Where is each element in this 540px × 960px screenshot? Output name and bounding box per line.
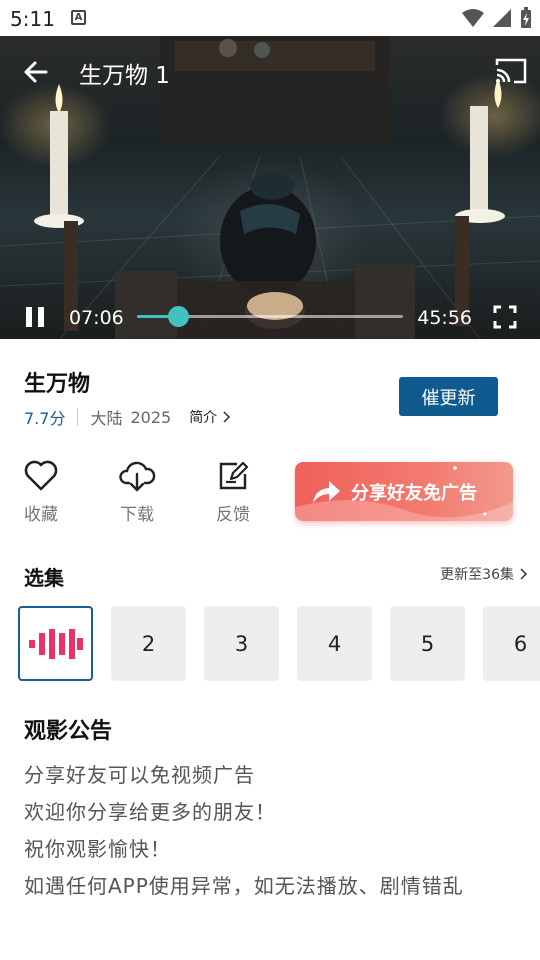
notice-line: 祝你观影愉快！ bbox=[24, 837, 171, 861]
download-label: 下载 bbox=[120, 505, 154, 525]
share-banner[interactable]: 分享好友免广告 bbox=[295, 462, 513, 521]
show-meta: 7.7分 大陆 2025 简介 bbox=[24, 406, 231, 428]
episode-item[interactable]: 3 bbox=[204, 606, 279, 681]
episodes-update-text: 更新至36集 bbox=[440, 567, 514, 583]
episodes-update-link[interactable]: 更新至36集 bbox=[440, 564, 528, 584]
playing-bars-icon bbox=[28, 628, 83, 659]
year: 2025 bbox=[130, 407, 172, 427]
region: 大陆 bbox=[90, 409, 123, 428]
progress-bar[interactable] bbox=[137, 306, 403, 327]
favorite-button[interactable]: 收藏 bbox=[9, 460, 73, 525]
battery-icon bbox=[521, 7, 531, 28]
notice-body: 分享好友可以免视频广告 欢迎你分享给更多的朋友！ 祝你观影愉快！ 如遇任何APP… bbox=[24, 757, 464, 905]
chevron-right-icon bbox=[223, 411, 231, 423]
current-time: 07:06 bbox=[69, 307, 124, 329]
notice-title: 观影公告 bbox=[24, 719, 113, 744]
urge-update-button[interactable]: 催更新 bbox=[399, 377, 498, 416]
signal-icon bbox=[493, 9, 511, 27]
back-arrow-icon[interactable] bbox=[20, 56, 52, 88]
banner-decoration bbox=[295, 466, 513, 521]
episode-item[interactable]: 2 bbox=[111, 606, 186, 681]
pause-icon[interactable] bbox=[22, 304, 48, 330]
fullscreen-icon[interactable] bbox=[492, 304, 518, 330]
meta-divider bbox=[77, 408, 79, 426]
episode-list: 2 3 4 5 6 bbox=[18, 606, 540, 681]
video-player[interactable]: 生万物 1 07:06 45:56 bbox=[0, 36, 540, 339]
wifi-icon bbox=[462, 9, 484, 27]
cast-icon[interactable] bbox=[494, 56, 528, 86]
episode-current[interactable] bbox=[18, 606, 93, 681]
rating: 7.7分 bbox=[24, 409, 66, 428]
video-title: 生万物 1 bbox=[79, 63, 170, 89]
show-title: 生万物 bbox=[24, 372, 91, 397]
chevron-right-icon bbox=[520, 568, 528, 580]
episode-item[interactable]: 5 bbox=[390, 606, 465, 681]
episode-item[interactable]: 4 bbox=[297, 606, 372, 681]
cloud-download-icon bbox=[119, 461, 156, 492]
intro-label: 简介 bbox=[189, 410, 218, 426]
intro-link[interactable]: 简介 bbox=[189, 407, 231, 427]
notice-line: 如遇任何APP使用异常，如无法播放、剧情错乱 bbox=[24, 874, 464, 898]
status-icons bbox=[462, 6, 532, 30]
edit-icon bbox=[219, 461, 249, 490]
favorite-label: 收藏 bbox=[24, 505, 58, 525]
status-time: 5:11 bbox=[10, 7, 55, 31]
episodes-title: 选集 bbox=[24, 566, 64, 590]
episode-item[interactable]: 6 bbox=[483, 606, 540, 681]
status-bar: 5:11 A bbox=[0, 0, 540, 36]
feedback-label: 反馈 bbox=[216, 505, 250, 525]
download-button[interactable]: 下载 bbox=[105, 460, 169, 525]
heart-icon bbox=[24, 460, 58, 491]
total-time: 45:56 bbox=[417, 307, 472, 329]
feedback-button[interactable]: 反馈 bbox=[201, 460, 265, 525]
notice-line: 分享好友可以免视频广告 bbox=[24, 763, 255, 787]
notification-a-icon: A bbox=[71, 10, 86, 25]
notice-line: 欢迎你分享给更多的朋友！ bbox=[24, 800, 276, 824]
